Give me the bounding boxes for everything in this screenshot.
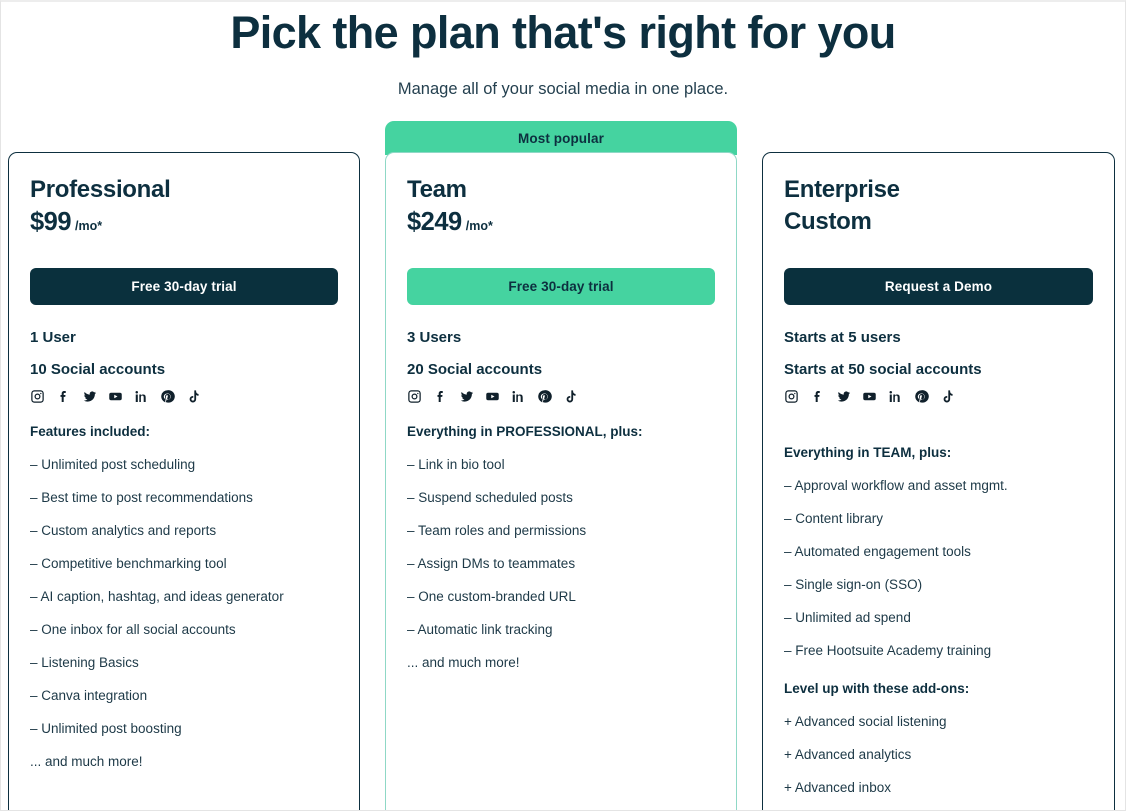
feature-item: – Team roles and permissions [407, 523, 587, 538]
plan-price-row: Custom [784, 206, 1093, 238]
facebook-icon [810, 389, 825, 404]
facebook-icon [433, 389, 448, 404]
plan-price-row: $249 /mo* [407, 206, 715, 238]
request-demo-button[interactable]: Request a Demo [784, 268, 1093, 305]
feature-item: – One custom-branded URL [407, 589, 576, 604]
feature-item: ... and much more! [407, 655, 520, 670]
youtube-icon [485, 389, 500, 404]
most-popular-badge: Most popular [385, 121, 737, 155]
free-trial-button[interactable]: Free 30-day trial [30, 268, 338, 305]
twitter-icon [836, 389, 851, 404]
twitter-icon [459, 389, 474, 404]
feature-item: – Link in bio tool [407, 457, 505, 472]
plan-users: 3 Users [407, 329, 462, 346]
facebook-icon [56, 389, 71, 404]
instagram-icon [407, 389, 422, 404]
linkedin-icon [511, 389, 526, 404]
feature-item: – Free Hootsuite Academy training [784, 643, 992, 658]
hero-section: Pick the plan that's right for you Manag… [0, 0, 1126, 100]
plan-name: Professional [30, 176, 171, 203]
instagram-icon [30, 389, 45, 404]
plan-price: $249 [407, 208, 462, 236]
free-trial-button[interactable]: Free 30-day trial [407, 268, 715, 305]
social-network-icons [30, 388, 338, 404]
feature-item: – Unlimited post boosting [30, 721, 182, 736]
pricing-card-enterprise: Enterprise Custom Request a Demo Starts … [762, 152, 1115, 811]
addon-item: + Advanced analytics [784, 747, 912, 762]
feature-item: – Best time to post recommendations [30, 490, 253, 505]
plan-price-period: /mo* [75, 219, 103, 233]
pricing-page: Pick the plan that's right for you Manag… [0, 0, 1126, 811]
plan-users: 1 User [30, 329, 76, 346]
pinterest-icon [160, 389, 175, 404]
feature-item: – Competitive benchmarking tool [30, 556, 227, 571]
feature-item: – Content library [784, 511, 884, 526]
plan-name: Team [407, 176, 467, 203]
features-heading: Everything in TEAM, plus: [784, 445, 952, 460]
twitter-icon [82, 389, 97, 404]
page-subtitle: Manage all of your social media in one p… [397, 80, 729, 98]
feature-item: – AI caption, hashtag, and ideas generat… [30, 589, 284, 604]
social-network-icons [784, 388, 1093, 404]
plan-users: Starts at 5 users [784, 329, 901, 346]
plan-price-row: $99 /mo* [30, 206, 338, 238]
feature-item: – Listening Basics [30, 655, 139, 670]
plan-social-accounts: 10 Social accounts [30, 361, 166, 378]
feature-item: – Automatic link tracking [407, 622, 553, 637]
plan-price-period: /mo* [465, 219, 493, 233]
addons-heading: Level up with these add-ons: [784, 681, 970, 696]
pricing-card-team: Team $249 /mo* Free 30-day trial 3 Users… [385, 152, 737, 811]
feature-item: – Assign DMs to teammates [407, 556, 576, 571]
feature-item: – Custom analytics and reports [30, 523, 217, 538]
feature-item: – Unlimited post scheduling [30, 457, 196, 472]
feature-item: – Automated engagement tools [784, 544, 971, 559]
pinterest-icon [537, 389, 552, 404]
pricing-card-row: Most popular Professional $99 /mo* Free … [0, 121, 1126, 811]
plan-price: Custom [784, 208, 872, 235]
youtube-icon [108, 389, 123, 404]
youtube-icon [862, 389, 877, 404]
feature-item: ... and much more! [30, 754, 143, 769]
tiktok-icon [186, 389, 201, 404]
instagram-icon [784, 389, 799, 404]
tiktok-icon [940, 389, 955, 404]
social-network-icons [407, 388, 715, 404]
plan-name: Enterprise [784, 176, 900, 203]
pricing-card-professional: Professional $99 /mo* Free 30-day trial … [8, 152, 360, 811]
addon-item: + Advanced inbox [784, 780, 891, 795]
features-heading: Features included: [30, 424, 151, 439]
feature-item: – Canva integration [30, 688, 148, 703]
feature-item: – Unlimited ad spend [784, 610, 911, 625]
page-title: Pick the plan that's right for you [230, 7, 896, 58]
feature-item: – Approval workflow and asset mgmt. [784, 478, 1008, 493]
plan-social-accounts: 20 Social accounts [407, 361, 543, 378]
pinterest-icon [914, 389, 929, 404]
tiktok-icon [563, 389, 578, 404]
linkedin-icon [134, 389, 149, 404]
feature-item: – Suspend scheduled posts [407, 490, 573, 505]
feature-item: – Single sign-on (SSO) [784, 577, 923, 592]
linkedin-icon [888, 389, 903, 404]
addon-item: + Advanced social listening [784, 714, 947, 729]
plan-price: $99 [30, 208, 72, 236]
features-heading: Everything in PROFESSIONAL, plus: [407, 424, 643, 439]
feature-item: – One inbox for all social accounts [30, 622, 236, 637]
plan-social-accounts: Starts at 50 social accounts [784, 361, 982, 378]
